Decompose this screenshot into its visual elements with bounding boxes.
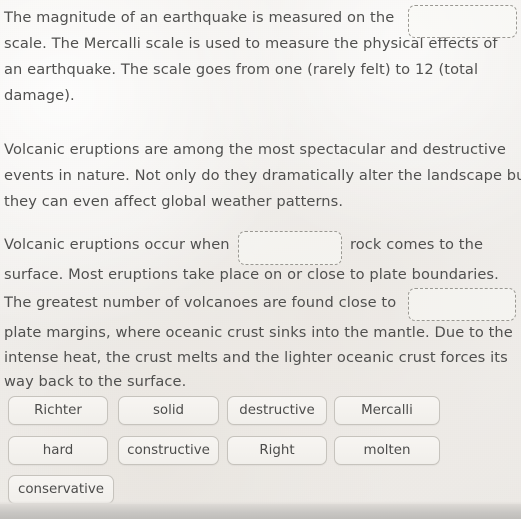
paragraph-2: Volcanic eruptions are among the most sp… [4, 137, 521, 215]
paragraph-3-text-before-blank-3: The greatest number of volcanoes are fou… [4, 294, 397, 311]
paragraph-1-line-4: damage). [4, 87, 75, 104]
paragraph-3-line-1-before-blank: Volcanic eruptions occur when [4, 232, 230, 258]
paragraph-3-line-5: intense heat, the crust melts and the li… [4, 345, 508, 371]
answer-blank-1[interactable] [408, 5, 517, 38]
option-button-mercalli[interactable]: Mercalli [334, 396, 440, 425]
paragraph-3-line-4: plate margins, where oceanic crust sinks… [4, 320, 513, 346]
paragraph-2-line-1: Volcanic eruptions are among the most sp… [4, 141, 506, 158]
paragraph-3-line-1-after-blank: rock comes to the [350, 232, 483, 258]
option-button-solid[interactable]: solid [118, 396, 219, 425]
paragraph-3-line-3-before-blank: The greatest number of volcanoes are fou… [4, 290, 396, 316]
paragraph-3-line-6-text: way back to the surface. [4, 373, 187, 390]
option-label: molten [363, 443, 411, 458]
paragraph-3-line-2-text: surface. Most eruptions take place on or… [4, 266, 499, 283]
option-label: conservative [17, 482, 105, 497]
option-button-conservative[interactable]: conservative [8, 475, 114, 504]
paragraph-2-line-2: events in nature. Not only do they drama… [4, 167, 521, 184]
option-label: solid [152, 403, 185, 418]
paragraph-3-line-4-text: plate margins, where oceanic crust sinks… [4, 324, 513, 341]
option-button-hard[interactable]: hard [8, 436, 108, 465]
paragraph-3-text-after-blank-2: rock comes to the [350, 236, 484, 253]
option-button-molten[interactable]: molten [334, 436, 440, 465]
option-button-destructive[interactable]: destructive [227, 396, 327, 425]
answer-blank-3[interactable] [408, 288, 516, 321]
paragraph-3-line-5-text: intense heat, the crust melts and the li… [4, 349, 508, 366]
option-label: Right [259, 443, 295, 458]
option-button-richter[interactable]: Richter [8, 396, 108, 425]
bottom-device-band [0, 504, 521, 519]
option-label: hard [42, 443, 74, 458]
paragraph-1-line-3: an earthquake. The scale goes from one (… [4, 61, 479, 78]
option-label: constructive [127, 443, 210, 458]
option-button-constructive[interactable]: constructive [118, 436, 219, 465]
worksheet-sheet: The magnitude of an earthquake is measur… [0, 0, 521, 519]
option-label: destructive [239, 403, 315, 418]
answer-blank-2[interactable] [238, 231, 342, 265]
option-label: Richter [34, 403, 82, 418]
paragraph-3-line-2: surface. Most eruptions take place on or… [4, 262, 499, 288]
option-button-right[interactable]: Right [227, 436, 327, 465]
paragraph-2-line-3: they can even affect global weather patt… [4, 193, 344, 210]
paragraph-3-line-6: way back to the surface. [4, 369, 186, 395]
option-label: Mercalli [361, 403, 413, 418]
paragraph-3-text-before-blank-2: Volcanic eruptions occur when [4, 236, 230, 253]
